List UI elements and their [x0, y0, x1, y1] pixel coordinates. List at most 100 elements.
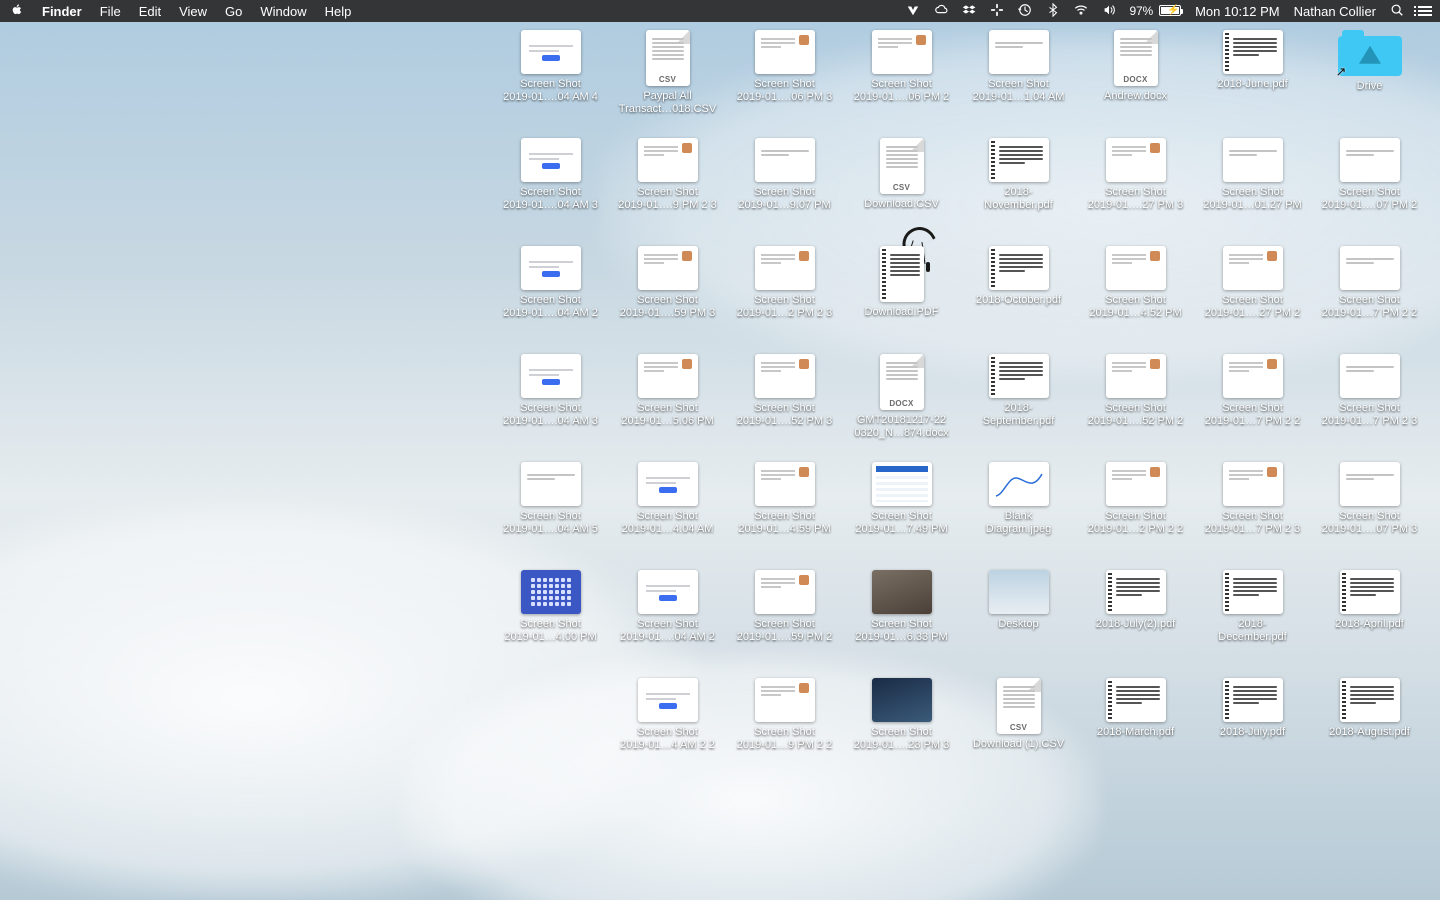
menu-file[interactable]: File	[100, 4, 121, 19]
desktop-icon[interactable]: CSVDownload (1).CSV	[960, 678, 1077, 786]
desktop-icon[interactable]: CSVDownload.CSV	[843, 138, 960, 246]
desktop-icon[interactable]: 2018-August.pdf	[1311, 678, 1428, 786]
chart-icon	[989, 462, 1049, 506]
desktop-icon[interactable]: Screen Shot2019-01…2 PM 2 3	[726, 246, 843, 354]
desktop-icon[interactable]: Screen Shot2019-01…7 PM 2 3	[1194, 462, 1311, 570]
desktop-icon[interactable]: Desktop	[960, 570, 1077, 678]
desktop-icon-label: Screen Shot2019-01…2 PM 2 2	[1088, 510, 1183, 536]
desktop-icon-label: Andrew.docx	[1104, 90, 1167, 103]
desktop-icon[interactable]: Screen Shot2019-01….04 AM 3	[492, 354, 609, 462]
status-creative-cloud-icon[interactable]	[934, 3, 948, 20]
status-battery[interactable]: 97% ⚡	[1130, 4, 1182, 18]
desktop-icon[interactable]: Screen Shot2019-01….07 PM 3	[1311, 462, 1428, 570]
desktop-icon[interactable]: Screen Shot2019-01…7.49 PM	[843, 462, 960, 570]
desktop-icon[interactable]: Screen Shot2019-01…01.27 PM	[1194, 138, 1311, 246]
desktop[interactable]: Screen Shot2019-01….04 AM 4CSVPaypal All…	[0, 22, 1440, 900]
desktop-icon[interactable]: 2018-December.pdf	[1194, 570, 1311, 678]
desktop-icon[interactable]: Screen Shot2019-01….52 PM 3	[726, 354, 843, 462]
screenshot-card-icon	[638, 246, 698, 290]
pdf-ring-icon	[1340, 678, 1400, 722]
desktop-icon[interactable]: Screen Shot2019-01….04 AM 4	[492, 30, 609, 138]
desktop-icon[interactable]: Screen Shot2019-01….04 AM 5	[492, 462, 609, 570]
desktop-icon[interactable]: Screen Shot2019-01…4 AM 2 2	[609, 678, 726, 786]
desktop-icon[interactable]: BlankDiagram.jpeg	[960, 462, 1077, 570]
desktop-icon[interactable]: CSVPaypal AllTransact…018.CSV	[609, 30, 726, 138]
menu-go[interactable]: Go	[225, 4, 242, 19]
desktop-icon[interactable]: Screen Shot2019-01…7 PM 2 3	[1311, 354, 1428, 462]
screenshot-card-icon	[1223, 354, 1283, 398]
desktop-icon[interactable]: Screen Shot2019-01….23 PM 3	[843, 678, 960, 786]
desktop-icon[interactable]: 2018-July(2).pdf	[1077, 570, 1194, 678]
status-volume-icon[interactable]	[1102, 3, 1116, 20]
desktop-icon[interactable]: Screen Shot2019-01…4.59 PM	[726, 462, 843, 570]
desktop-icon[interactable]: 2018-October.pdf	[960, 246, 1077, 354]
desktop-icon-label: Desktop	[998, 618, 1038, 631]
screenshot-plain-icon	[1340, 138, 1400, 182]
notification-center-icon[interactable]	[1418, 4, 1432, 18]
desktop-icon-label: Screen Shot2019-01…9 PM 2 2	[737, 726, 832, 752]
desktop-icon[interactable]: 2018-November.pdf	[960, 138, 1077, 246]
desktop-icon[interactable]: Screen Shot2019-01….27 PM 3	[1077, 138, 1194, 246]
desktop-icon[interactable]: Screen Shot2019-01….9 PM 2 3	[609, 138, 726, 246]
status-wifi-icon[interactable]	[1074, 3, 1088, 20]
desktop-icon[interactable]: Screen Shot2019-01….04 AM 3	[492, 138, 609, 246]
desktop-icon[interactable]: Screen Shot2019-01….59 PM 3	[609, 246, 726, 354]
desktop-icon[interactable]: Screen Shot2019-01….06 PM 2	[843, 30, 960, 138]
desktop-icon[interactable]: 2018-March.pdf	[1077, 678, 1194, 786]
desktop-icon[interactable]: Screen Shot2019-01…2 PM 2 2	[1077, 462, 1194, 570]
desktop-icon[interactable]: ↗Drive	[1311, 30, 1428, 138]
screenshot-form-icon	[638, 462, 698, 506]
status-bluetooth-icon[interactable]	[1046, 3, 1060, 20]
menu-help[interactable]: Help	[325, 4, 352, 19]
status-dropbox-icon[interactable]	[962, 3, 976, 20]
desktop-icon[interactable]: Screen Shot2019-01…7 PM 2 2	[1311, 246, 1428, 354]
desktop-icon[interactable]: Screen Shot2019-01….59 PM 2	[726, 570, 843, 678]
desktop-icon[interactable]: Screen Shot2019-01….04 AM 2	[609, 570, 726, 678]
apple-menu[interactable]	[10, 3, 24, 20]
photo-icon	[872, 570, 932, 614]
screenshot-plain-icon	[1340, 246, 1400, 290]
spotlight-icon[interactable]	[1390, 3, 1404, 20]
desktop-icon-label: Download.CSV	[864, 198, 939, 211]
desktop-icon[interactable]: DOCXAndrew.docx	[1077, 30, 1194, 138]
desktop-icon-grid: Screen Shot2019-01….04 AM 4CSVPaypal All…	[492, 30, 1428, 786]
desktop-icon-label: Screen Shot2019-01….04 AM 3	[503, 186, 598, 212]
status-clock[interactable]: Mon 10:12 PM	[1195, 4, 1280, 19]
desktop-icon[interactable]: Screen Shot2019-01…5.06 PM	[609, 354, 726, 462]
menu-edit[interactable]: Edit	[139, 4, 161, 19]
desktop-icon-label: Screen Shot2019-01….04 AM 2	[620, 618, 715, 644]
status-timemachine-icon[interactable]	[1018, 3, 1032, 20]
desktop-icon[interactable]: Screen Shot2019-01…4.04 AM	[609, 462, 726, 570]
menu-view[interactable]: View	[179, 4, 207, 19]
app-name[interactable]: Finder	[42, 4, 82, 19]
desktop-icon[interactable]: Screen Shot2019-01…4.00 PM	[492, 570, 609, 678]
desktop-icon[interactable]: 2018-September.pdf	[960, 354, 1077, 462]
desktop-icon[interactable]: Screen Shot2019-01…7 PM 2 2	[1194, 354, 1311, 462]
desktop-icon[interactable]: Screen Shot2019-01….06 PM 3	[726, 30, 843, 138]
desktop-icon[interactable]: Screen Shot2019-01…6.33 PM	[843, 570, 960, 678]
desktop-icon-label: 2018-December.pdf	[1218, 618, 1286, 644]
screenshot-card-icon	[1106, 462, 1166, 506]
status-vpn-icon[interactable]	[906, 3, 920, 20]
desktop-icon[interactable]: 2018-June.pdf	[1194, 30, 1311, 138]
desktop-icon[interactable]: Download.PDF	[843, 246, 960, 354]
screenshot-card-icon	[755, 354, 815, 398]
menu-window[interactable]: Window	[260, 4, 306, 19]
desktop-icon-label: GMT20181217-220320_N…874.docx	[854, 414, 948, 440]
screenshot-plain-icon	[989, 30, 1049, 74]
desktop-icon-label: Screen Shot2019-01….9 PM 2 3	[618, 186, 716, 212]
desktop-icon[interactable]: 2018-April.pdf	[1311, 570, 1428, 678]
desktop-icon[interactable]: Screen Shot2019-01….04 AM 2	[492, 246, 609, 354]
desktop-icon[interactable]: Screen Shot2019-01…4.52 PM	[1077, 246, 1194, 354]
desktop-icon[interactable]: Screen Shot2019-01…1.04 AM	[960, 30, 1077, 138]
desktop-icon[interactable]: 2018-July.pdf	[1194, 678, 1311, 786]
status-user[interactable]: Nathan Collier	[1294, 4, 1376, 19]
desktop-icon[interactable]: Screen Shot2019-01…9.07 PM	[726, 138, 843, 246]
desktop-icon[interactable]: Screen Shot2019-01….27 PM 2	[1194, 246, 1311, 354]
desktop-icon[interactable]: Screen Shot2019-01…9 PM 2 2	[726, 678, 843, 786]
desktop-icon[interactable]: Screen Shot2019-01….07 PM 2	[1311, 138, 1428, 246]
desktop-icon-label: Screen Shot2019-01…4 AM 2 2	[620, 726, 715, 752]
status-slack-icon[interactable]	[990, 3, 1004, 20]
desktop-icon[interactable]: Screen Shot2019-01….52 PM 2	[1077, 354, 1194, 462]
desktop-icon[interactable]: DOCXGMT20181217-220320_N…874.docx	[843, 354, 960, 462]
